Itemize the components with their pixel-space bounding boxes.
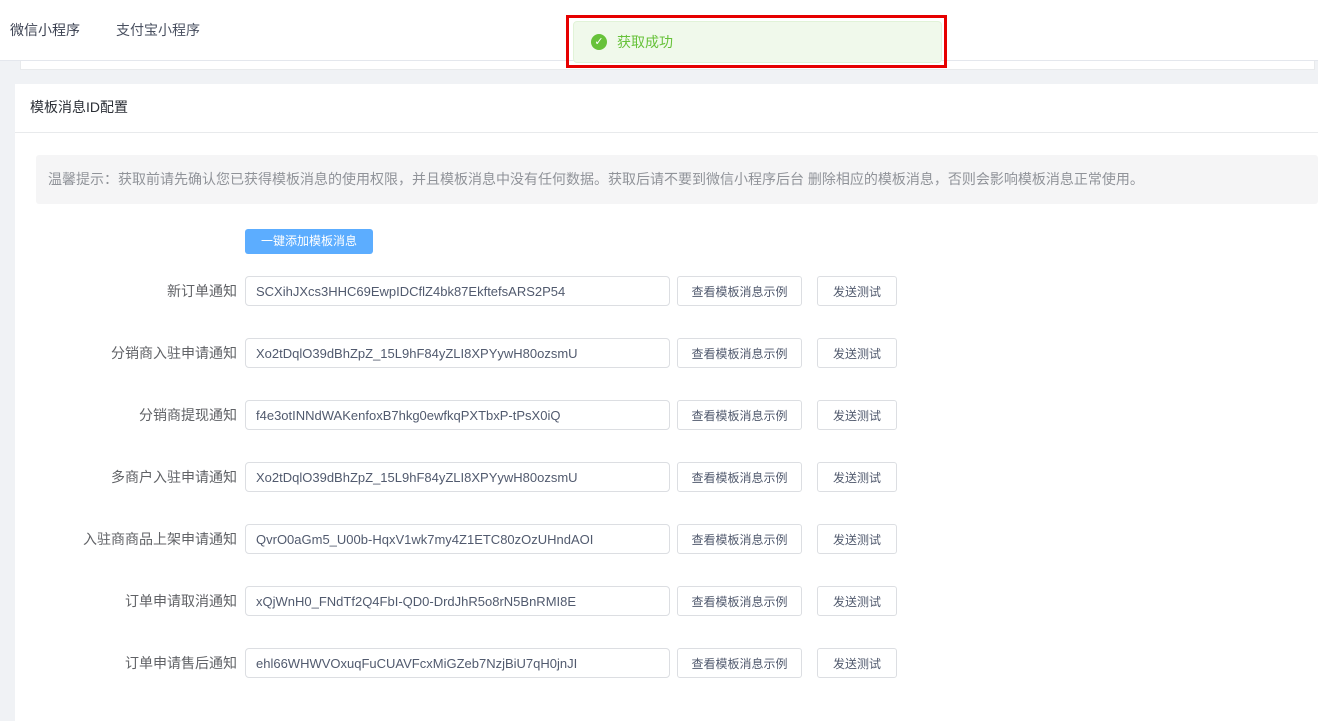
form-row-distributor-withdraw: 分销商提现通知 查看模板消息示例 发送测试 bbox=[15, 400, 1318, 430]
view-template-example-button[interactable]: 查看模板消息示例 bbox=[677, 400, 802, 430]
template-id-input[interactable] bbox=[245, 462, 670, 492]
row-label: 订单申请售后通知 bbox=[15, 648, 237, 678]
success-toast: 获取成功 bbox=[573, 21, 942, 63]
form-row-new-order: 新订单通知 查看模板消息示例 发送测试 bbox=[15, 276, 1318, 306]
view-template-example-button[interactable]: 查看模板消息示例 bbox=[677, 586, 802, 616]
title-divider bbox=[15, 132, 1318, 133]
send-test-button[interactable]: 发送测试 bbox=[817, 400, 897, 430]
form-row-order-cancel-apply: 订单申请取消通知 查看模板消息示例 发送测试 bbox=[15, 586, 1318, 616]
send-test-button[interactable]: 发送测试 bbox=[817, 338, 897, 368]
form-row-multi-merchant-entry: 多商户入驻申请通知 查看模板消息示例 发送测试 bbox=[15, 462, 1318, 492]
row-label: 多商户入驻申请通知 bbox=[15, 462, 237, 492]
row-label: 分销商提现通知 bbox=[15, 400, 237, 430]
send-test-button[interactable]: 发送测试 bbox=[817, 648, 897, 678]
section-title: 模板消息ID配置 bbox=[30, 97, 128, 117]
row-label: 订单申请取消通知 bbox=[15, 586, 237, 616]
template-id-input[interactable] bbox=[245, 648, 670, 678]
page: 微信小程序 支付宝小程序 模板消息ID配置 温馨提示：获取前请先确认您已获得模板… bbox=[0, 0, 1318, 721]
form-row-order-aftersale-apply: 订单申请售后通知 查看模板消息示例 发送测试 bbox=[15, 648, 1318, 678]
toast-message: 获取成功 bbox=[617, 32, 673, 52]
template-id-input[interactable] bbox=[245, 400, 670, 430]
tab-alipay-miniprogram[interactable]: 支付宝小程序 bbox=[116, 0, 200, 60]
success-check-icon bbox=[591, 34, 607, 50]
row-label: 入驻商商品上架申请通知 bbox=[15, 524, 237, 554]
template-id-input[interactable] bbox=[245, 338, 670, 368]
form-row-distributor-entry: 分销商入驻申请通知 查看模板消息示例 发送测试 bbox=[15, 338, 1318, 368]
form-row-product-shelf-apply: 入驻商商品上架申请通知 查看模板消息示例 发送测试 bbox=[15, 524, 1318, 554]
view-template-example-button[interactable]: 查看模板消息示例 bbox=[677, 648, 802, 678]
send-test-button[interactable]: 发送测试 bbox=[817, 524, 897, 554]
row-label: 分销商入驻申请通知 bbox=[15, 338, 237, 368]
row-label: 新订单通知 bbox=[15, 276, 237, 306]
warm-notice-banner: 温馨提示：获取前请先确认您已获得模板消息的使用权限，并且模板消息中没有任何数据。… bbox=[36, 155, 1318, 204]
send-test-button[interactable]: 发送测试 bbox=[817, 462, 897, 492]
template-message-config-card: 模板消息ID配置 温馨提示：获取前请先确认您已获得模板消息的使用权限，并且模板消… bbox=[15, 84, 1318, 721]
send-test-button[interactable]: 发送测试 bbox=[817, 586, 897, 616]
template-id-input[interactable] bbox=[245, 586, 670, 616]
template-id-input[interactable] bbox=[245, 524, 670, 554]
template-id-input[interactable] bbox=[245, 276, 670, 306]
tab-wechat-miniprogram[interactable]: 微信小程序 bbox=[10, 0, 80, 60]
view-template-example-button[interactable]: 查看模板消息示例 bbox=[677, 524, 802, 554]
view-template-example-button[interactable]: 查看模板消息示例 bbox=[677, 462, 802, 492]
view-template-example-button[interactable]: 查看模板消息示例 bbox=[677, 338, 802, 368]
view-template-example-button[interactable]: 查看模板消息示例 bbox=[677, 276, 802, 306]
one-click-add-template-button[interactable]: 一键添加模板消息 bbox=[245, 229, 373, 254]
send-test-button[interactable]: 发送测试 bbox=[817, 276, 897, 306]
